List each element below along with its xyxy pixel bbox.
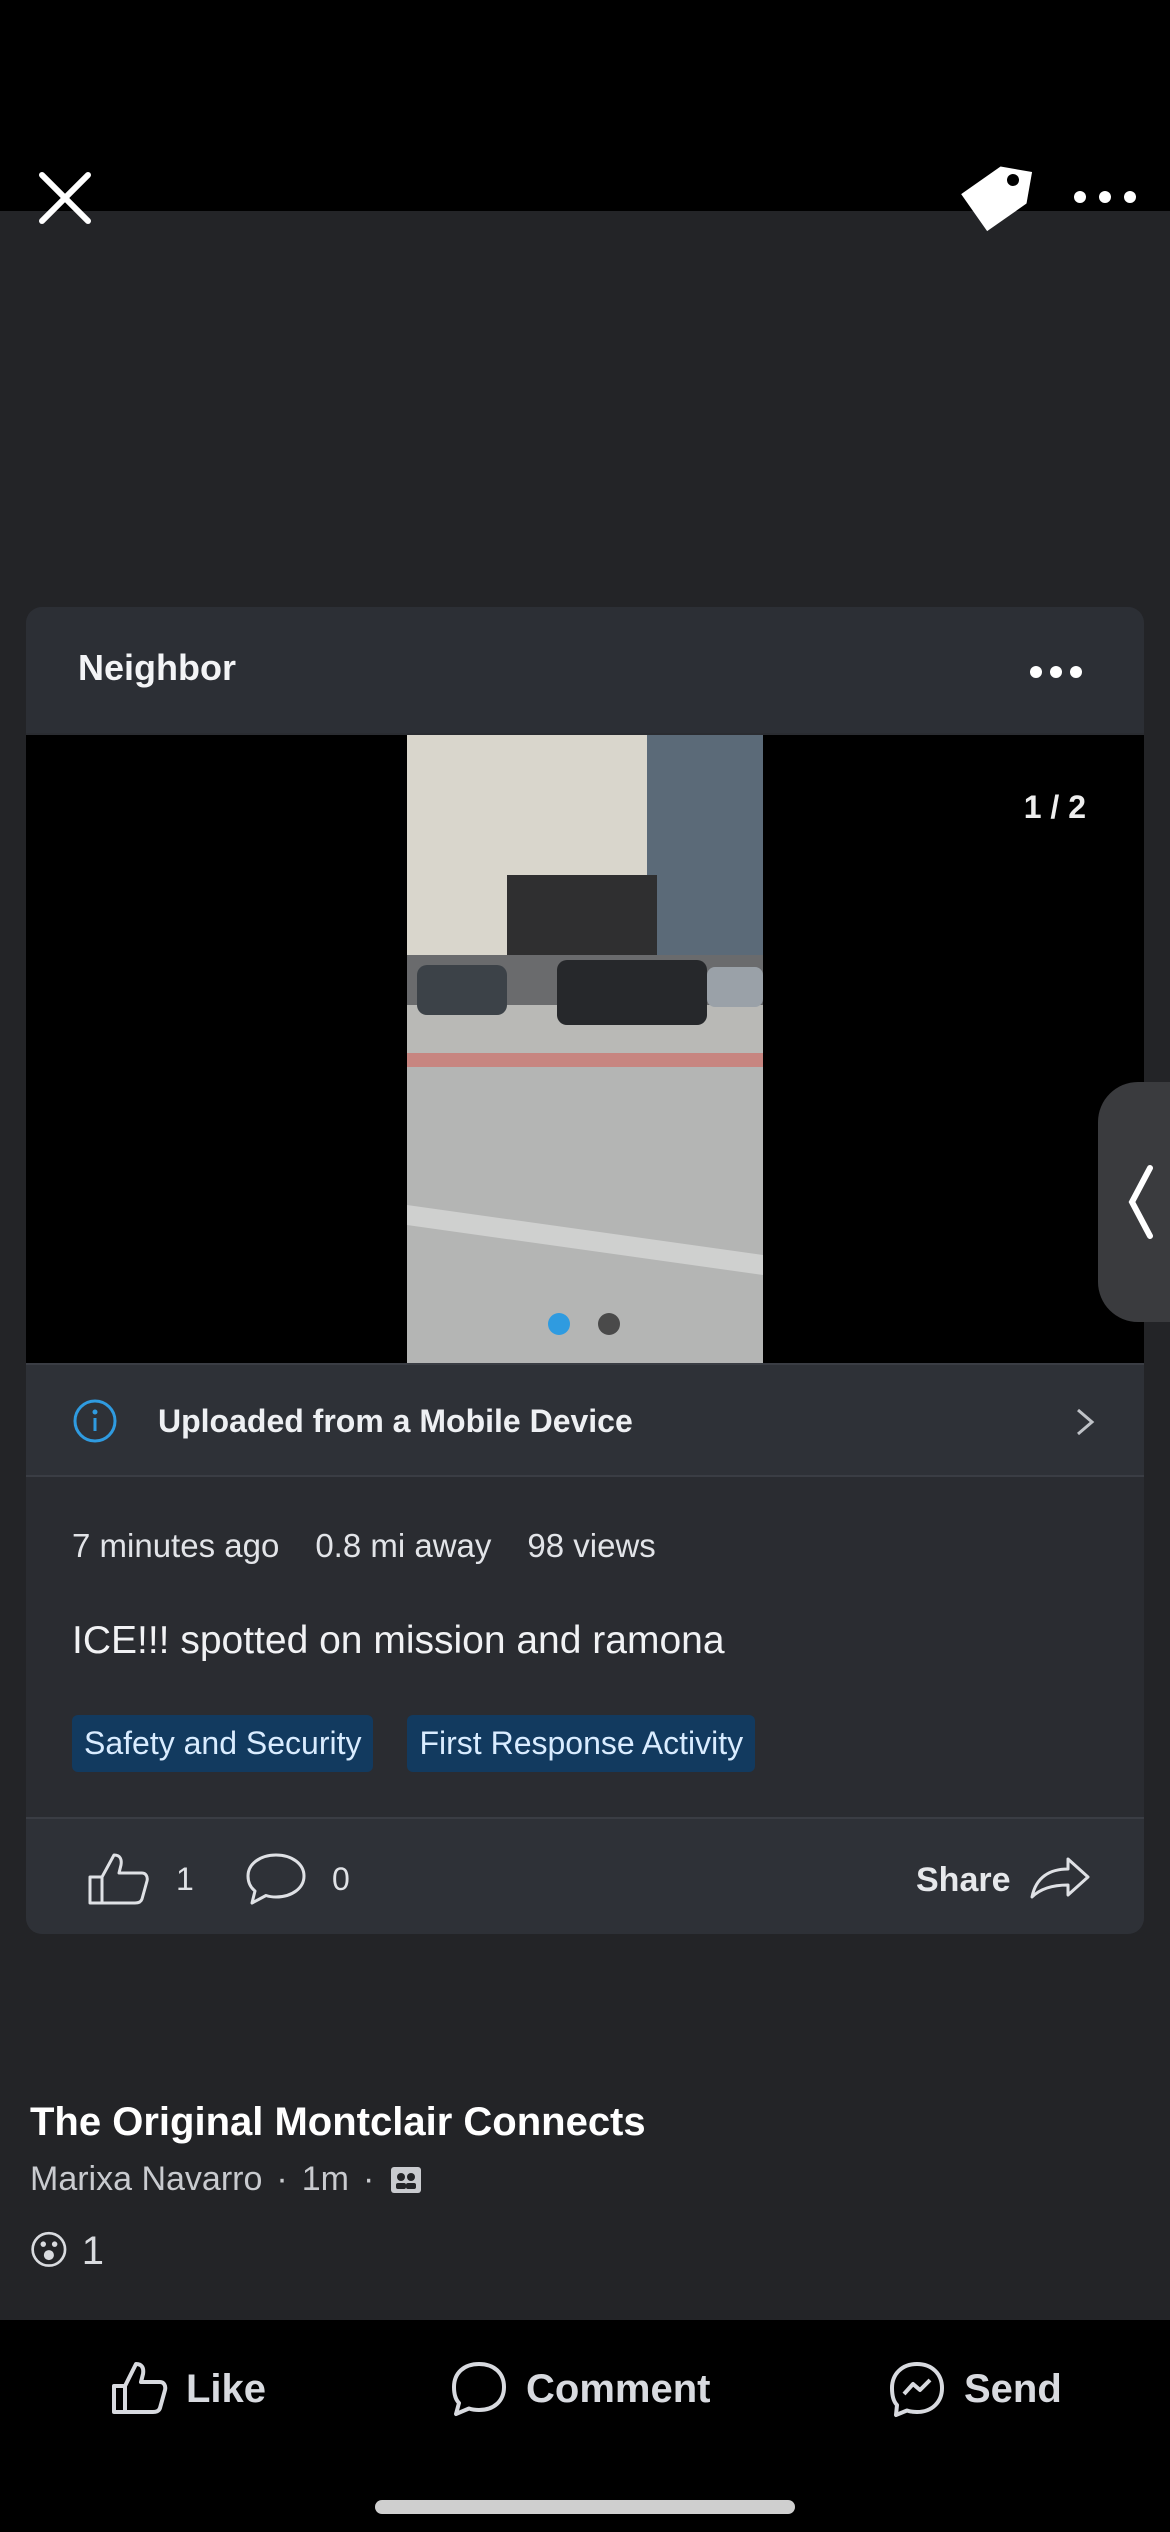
chevron-right-icon [1077, 1408, 1095, 1436]
media-viewer[interactable]: 1 / 2 [26, 735, 1144, 1363]
send-button[interactable]: Send [888, 2360, 1062, 2418]
close-button[interactable] [30, 163, 100, 233]
neighbor-post-card: Neighbor 1 / 2 Uploaded from a Mobile De… [26, 607, 1144, 1934]
card-header: Neighbor [26, 607, 1144, 733]
post-time: 7 minutes ago [72, 1527, 280, 1564]
card-header-title: Neighbor [78, 647, 236, 688]
info-icon [73, 1399, 117, 1443]
send-label: Send [964, 2366, 1062, 2411]
tag-icon [961, 166, 1033, 232]
thumbs-up-icon[interactable] [84, 1849, 152, 1909]
post-actions: 1 0 Share [26, 1817, 1144, 1934]
post-photo[interactable] [407, 735, 763, 1363]
pagination-dot-active[interactable] [548, 1313, 570, 1335]
post-meta: 7 minutes ago 0.8 mi away 98 views [72, 1527, 656, 1565]
byline-separator: · [276, 2160, 288, 2198]
post-byline: Marixa Navarro · 1m · [30, 2160, 424, 2199]
reaction-count: 1 [81, 2228, 104, 2273]
more-horizontal-icon [1074, 191, 1136, 203]
share-button[interactable]: Share [916, 1861, 1011, 1900]
more-horizontal-icon [1030, 666, 1082, 678]
like-count: 1 [176, 1861, 194, 1897]
comment-label: Comment [526, 2366, 711, 2411]
more-options-button[interactable] [1070, 172, 1140, 222]
tag-chip[interactable]: Safety and Security [72, 1715, 374, 1772]
media-pagination [548, 1313, 620, 1335]
street-photo-image [407, 735, 763, 1363]
tag-chip[interactable]: First Response Activity [407, 1715, 756, 1772]
messenger-icon [890, 2362, 944, 2417]
post-views: 98 views [527, 1527, 656, 1564]
post-age: 1m [301, 2160, 349, 2198]
author-name[interactable]: Marixa Navarro [30, 2160, 262, 2199]
card-more-button[interactable] [1026, 647, 1086, 697]
chevron-left-icon [1128, 1165, 1153, 1239]
home-indicator[interactable] [375, 2500, 795, 2514]
upload-source-row[interactable]: Uploaded from a Mobile Device [26, 1363, 1144, 1477]
share-arrow-icon[interactable] [1026, 1853, 1092, 1903]
comment-bubble-icon[interactable] [242, 1849, 310, 1909]
comment-button[interactable]: Comment [450, 2360, 710, 2418]
media-counter: 1 / 2 [1023, 789, 1086, 825]
comment-bubble-icon [452, 2362, 506, 2416]
comment-count: 0 [332, 1861, 350, 1897]
wow-reaction-icon: 😮 [28, 2229, 70, 2273]
upload-source-label: Uploaded from a Mobile Device [158, 1403, 633, 1439]
thumbs-up-icon [112, 2362, 168, 2414]
members-only-icon [391, 2166, 422, 2193]
post-tags: Safety and Security First Response Activ… [72, 1715, 756, 1772]
bottom-action-bar: Like Comment Send [0, 2320, 1170, 2532]
top-bar [0, 0, 1170, 232]
like-label: Like [186, 2366, 267, 2411]
pagination-dot[interactable] [598, 1313, 620, 1335]
tag-button[interactable] [955, 160, 1035, 235]
reaction-summary[interactable]: 😮 1 [28, 2228, 104, 2274]
side-panel-handle[interactable] [1098, 1082, 1170, 1322]
post-distance: 0.8 mi away [315, 1527, 492, 1564]
close-icon [39, 172, 91, 224]
post-body: ICE!!! spotted on mission and ramona [72, 1619, 725, 1662]
group-name[interactable]: The Original Montclair Connects [30, 2100, 646, 2145]
byline-separator: · [362, 2160, 375, 2198]
like-button[interactable]: Like [110, 2360, 266, 2418]
